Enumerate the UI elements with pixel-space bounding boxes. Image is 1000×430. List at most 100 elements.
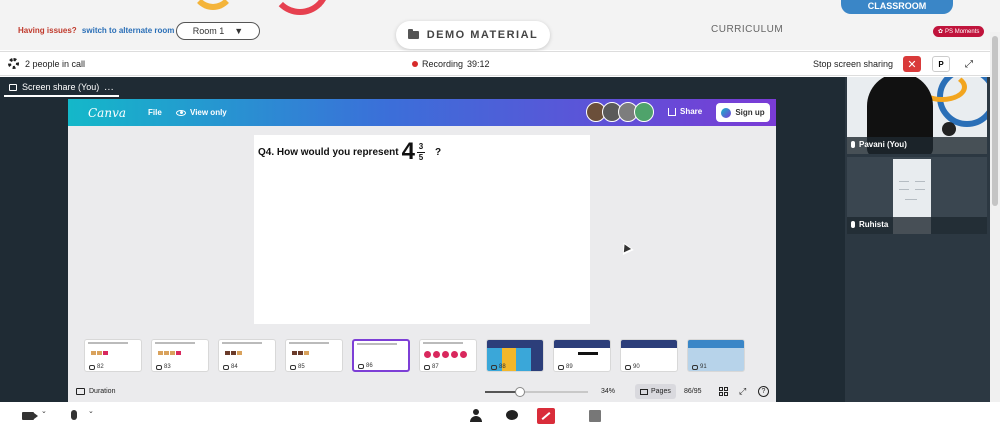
thumbnail-heading xyxy=(155,342,195,344)
mixed-number-whole: 4 xyxy=(401,138,415,165)
demo-material-button[interactable]: DEMO MATERIAL xyxy=(396,21,550,49)
zoom-slider-handle[interactable] xyxy=(515,387,526,397)
duration-button[interactable]: Duration xyxy=(76,388,115,395)
pages-label: Pages xyxy=(651,388,671,395)
fullscreen-icon[interactable]: ⤢ xyxy=(739,386,746,397)
p-button[interactable]: P xyxy=(932,56,950,72)
recording-status: Recording 39:12 xyxy=(412,59,490,69)
canva-logo[interactable]: Canva xyxy=(88,106,126,120)
paper-writing xyxy=(915,181,925,182)
page-scrollbar[interactable] xyxy=(990,32,1000,402)
page-thumbnail[interactable]: 91 xyxy=(687,339,745,372)
chevron-down-icon[interactable]: ⌄ xyxy=(88,407,94,415)
screen-share-icon[interactable] xyxy=(537,408,555,424)
stop-sharing-button[interactable]: ✕ xyxy=(903,56,921,72)
thumbnail-heading xyxy=(621,340,677,348)
more-options-icon[interactable]: ... xyxy=(104,82,114,93)
sign-up-button[interactable]: Sign up xyxy=(716,103,770,122)
page-thumbnail-selected[interactable]: 86 xyxy=(352,339,410,372)
thumbnail-heading xyxy=(357,343,397,345)
folder-icon xyxy=(407,29,419,39)
participant-tile[interactable]: Pavani (You) xyxy=(847,77,987,154)
screen-share-tab-label: Screen share (You) xyxy=(22,82,100,92)
ps-moments-badge[interactable]: ✿ PS Moments xyxy=(933,26,985,37)
duration-icon xyxy=(76,388,85,395)
thumbnail-content xyxy=(578,352,598,355)
participant-name: Pavani (You) xyxy=(851,140,907,149)
classroom-tab[interactable]: CLASSROOM xyxy=(841,0,953,14)
collaborator-avatars[interactable] xyxy=(586,102,654,122)
curriculum-tab[interactable]: CURRICULUM xyxy=(711,24,783,35)
canva-logo-icon xyxy=(721,107,732,118)
thumbnail-heading xyxy=(688,340,744,348)
page-thumbnail[interactable]: 85 xyxy=(285,339,343,372)
alternate-room-link[interactable]: switch to alternate room xyxy=(82,26,174,35)
file-menu[interactable]: File xyxy=(148,108,162,117)
thumbnail-number: 85 xyxy=(290,364,305,370)
camera-icon[interactable] xyxy=(22,412,38,420)
mixed-number-fraction: 3 5 xyxy=(416,141,425,162)
chat-icon[interactable] xyxy=(506,410,518,420)
page-thumbnail[interactable]: 83 xyxy=(151,339,209,372)
ps-moments-icon: ✿ xyxy=(938,29,944,35)
page-thumbnail[interactable]: 89 xyxy=(553,339,611,372)
ps-moments-label: PS Moments xyxy=(945,28,980,35)
thumbnail-heading xyxy=(554,340,610,348)
comment-icon xyxy=(424,364,430,370)
thumbnail-number: 89 xyxy=(558,364,573,370)
expand-icon[interactable]: ⤢ xyxy=(962,57,976,71)
zoom-slider[interactable] xyxy=(485,387,588,397)
room-select[interactable]: Room 1 ▼ xyxy=(176,22,260,40)
page-thumbnail[interactable]: 88 xyxy=(486,339,544,372)
comment-icon xyxy=(358,363,364,369)
gear-icon[interactable] xyxy=(8,58,19,69)
avatar[interactable] xyxy=(634,102,654,122)
slide-canvas: Q4. How would you represent 4 3 5 ? xyxy=(254,135,590,324)
thumbnail-number: 86 xyxy=(358,363,373,369)
app-root: Having issues? switch to alternate room … xyxy=(0,0,1000,430)
paper-writing xyxy=(915,189,925,190)
thumbnail-content xyxy=(91,351,108,355)
screen-icon xyxy=(9,83,17,91)
background-decoration xyxy=(942,122,956,136)
share-button[interactable]: Share xyxy=(668,107,702,116)
view-only-button[interactable]: View only xyxy=(176,108,227,117)
page-thumbnail[interactable]: 82 xyxy=(84,339,142,372)
sign-up-label: Sign up xyxy=(735,108,765,117)
grid-view-icon[interactable] xyxy=(719,387,728,396)
issues-question: Having issues? xyxy=(18,26,77,35)
page-thumbnail[interactable]: 90 xyxy=(620,339,678,372)
page-thumbnail[interactable]: 84 xyxy=(218,339,276,372)
share-icon xyxy=(668,107,676,116)
view-only-label: View only xyxy=(190,108,227,117)
duration-label: Duration xyxy=(89,388,116,395)
participants-icon[interactable] xyxy=(470,409,482,422)
thumbnail-content xyxy=(158,351,181,355)
page-thumbnail[interactable]: 87 xyxy=(419,339,477,372)
paper-writing xyxy=(899,181,909,182)
participant-tile[interactable]: Ruhista xyxy=(847,157,987,234)
participant-tiles: Pavani (You) Ruhista xyxy=(845,77,990,402)
canva-window: Canva File View only Share Sign up Q4. H… xyxy=(68,99,776,402)
thumbnail-number: 84 xyxy=(223,364,238,370)
comment-icon xyxy=(223,364,229,370)
thumbnail-content xyxy=(424,351,467,358)
chevron-down-icon[interactable]: ⌄ xyxy=(41,407,47,415)
fraction-numerator: 3 xyxy=(418,141,424,151)
scrollbar-thumb[interactable] xyxy=(992,36,998,206)
thumbnail-heading xyxy=(222,342,262,344)
pages-button[interactable]: Pages xyxy=(635,384,676,399)
page-count: 86/95 xyxy=(684,388,702,395)
recording-label: Recording xyxy=(422,59,464,69)
thumbnail-number: 82 xyxy=(89,364,104,370)
bottom-controls: ⌄ ⌄ xyxy=(0,402,1000,430)
stop-icon[interactable] xyxy=(589,410,601,422)
mic-icon xyxy=(851,141,855,148)
thumbnail-number: 83 xyxy=(156,364,171,370)
screen-share-tab[interactable]: Screen share (You) ... xyxy=(4,79,120,97)
dropdown-arrow-icon: ▼ xyxy=(234,26,244,36)
microphone-icon[interactable] xyxy=(71,410,77,420)
recording-time: 39:12 xyxy=(467,59,490,69)
help-icon[interactable]: ? xyxy=(758,386,769,397)
close-icon: ✕ xyxy=(907,58,917,71)
